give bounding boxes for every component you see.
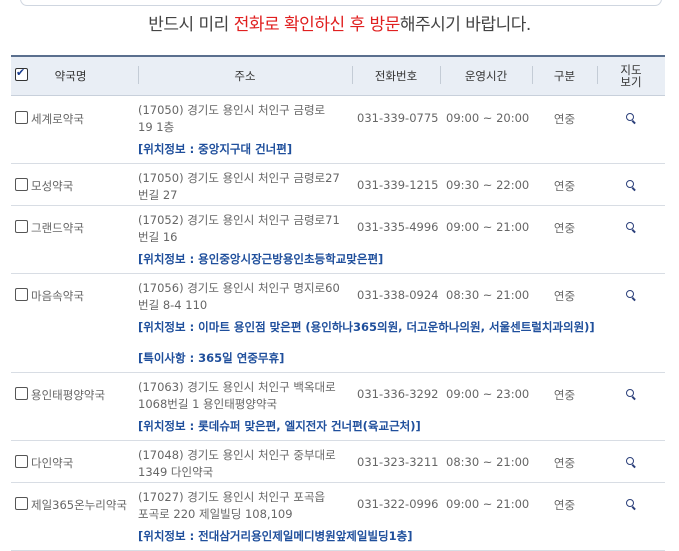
table-header: 약국명 주소 전화번호 운영시간 구분 지도보기 [11,56,665,96]
hours: 09:00 ~ 21:00 [446,497,530,511]
phone-number: 031-322-0996 [357,497,439,511]
notice-banner: 반드시 미리 전화로 확인하신 후 방문해주시기 바랍니다. [0,10,679,35]
address-line-1: (17056) 경기도 용인시 처인구 명지로60 [138,281,340,295]
phone-number: 031-336-3292 [357,387,439,401]
hours: 08:30 ~ 21:00 [440,440,532,483]
type-label: 연중 [553,112,576,126]
address-line-1: (17050) 경기도 용인시 처인구 금령로 [138,103,326,117]
header-type-label: 구분 [553,69,576,83]
address-line-1: (17050) 경기도 용인시 처인구 금령로27 [138,171,340,185]
table-row: 용인태평양약국 (17063) 경기도 용인시 처인구 백옥대로 1068번길 1… [11,373,665,414]
type-label: 연중 [553,388,576,402]
location-info: [위치정보 : 전대삼거리용인제일메디병원앞제일빌딩1층] [138,523,665,551]
table-row: 그랜드약국 (17052) 경기도 용인시 처인구 금령로71 번길 16 031… [11,206,665,247]
header-address-label: 주소 [234,69,256,83]
header-hours-label: 운영시간 [464,69,508,83]
phone-number: 031-335-4996 [357,220,439,234]
notice-text-highlight: 전화로 확인하신 후 방문 [233,15,401,35]
header-name: 약국명 [11,56,138,96]
address-line-1: (17027) 경기도 용인시 처인구 포곡읍 [138,490,326,504]
pharmacy-name: 용인태평양약국 [31,388,106,402]
header-map-label-2: 보기 [620,75,642,89]
location-info: [위치정보 : 용인중앙시장근방용인초등학교맞은편] [138,246,665,274]
row-checkbox[interactable] [15,111,28,124]
row-checkbox[interactable] [15,178,28,191]
hours: 09:00 ~ 20:00 [446,111,530,125]
table-row-note: [특이사항 : 365일 연중무휴] [11,345,665,373]
row-checkbox[interactable] [15,455,28,468]
magnifier-icon[interactable] [626,222,636,232]
header-type: 구분 [532,56,597,96]
type-label: 연중 [553,498,576,512]
row-checkbox[interactable] [15,220,28,233]
hours: 08:30 ~ 21:00 [446,288,530,302]
phone-number: 031-339-1215 [352,163,440,206]
magnifier-icon[interactable] [626,290,636,300]
magnifier-icon[interactable] [626,499,636,509]
phone-number: 031-323-3211 [352,440,440,483]
magnifier-icon[interactable] [626,389,636,399]
header-address: 주소 [138,56,352,96]
table-row-info: [위치정보 : 용인중앙시장근방용인초등학교맞은편] [11,246,665,274]
select-all-checkbox[interactable] [15,66,28,81]
pharmacy-table: 약국명 주소 전화번호 운영시간 구분 지도보기 세계로약국 (17050) 경… [11,55,665,551]
location-info: [위치정보 : 이마트 용인점 맞은편 (용인하나365의원, 더고운하나의원,… [138,320,595,334]
magnifier-icon[interactable] [626,113,636,123]
table-row-info: [위치정보 : 중앙지구대 건너편] [11,136,665,164]
type-label: 연중 [553,289,576,303]
address-line-1: (17063) 경기도 용인시 처인구 백옥대로 [138,380,336,394]
phone-number: 031-338-0924 [357,288,439,302]
phone-number: 031-339-0775 [357,111,439,125]
address-line-2: 19 1층 [138,120,175,134]
location-info: [위치정보 : 롯데슈퍼 맞은편, 엘지전자 건너편(육교근처)] [138,413,665,441]
hours: 09:30 ~ 22:00 [440,163,532,206]
special-note: [특이사항 : 365일 연중무휴] [138,345,665,373]
top-frame [20,0,662,6]
row-checkbox[interactable] [15,497,28,510]
pharmacy-name: 마음속약국 [31,289,84,303]
address-line-2: 1068번길 1 용인태평양약국 [138,397,278,411]
pharmacy-name: 제일365온누리약국 [31,498,128,512]
table-row-info: [위치정보 : 전대삼거리용인제일메디병원앞제일빌딩1층] [11,523,665,551]
header-tel-label: 전화번호 [374,69,418,83]
hours: 09:00 ~ 21:00 [446,220,530,234]
notice-text-2: 해주시기 바랍니다. [399,15,531,35]
address-line-2: 포곡로 220 제일빌딩 108,109 [138,507,293,521]
type-label: 연중 [532,440,597,483]
pharmacy-name: 세계로약국 [31,112,84,126]
header-map: 지도 보기 [597,56,665,96]
address-line-2: 번길 8-4 110 [138,298,208,312]
header-name-label: 약국명 [54,69,87,83]
type-label: 연중 [553,221,576,235]
address-line-2: 1349 다인약국 [138,465,214,479]
notice-text-1: 반드시 미리 [148,15,234,35]
table-row: 마음속약국 (17056) 경기도 용인시 처인구 명지로60 번길 8-4 11… [11,274,665,315]
pharmacy-name: 다인약국 [31,456,74,470]
type-label: 연중 [532,163,597,206]
hours: 09:00 ~ 23:00 [446,387,530,401]
table-row-info: [위치정보 : 이마트 용인점 맞은편 (용인하나365의원, 더고운하나의원,… [11,314,665,345]
row-checkbox[interactable] [15,288,28,301]
address-line-1: (17048) 경기도 용인시 처인구 중부대로 [138,448,336,462]
table-row: 다인약국 (17048) 경기도 용인시 처인구 중부대로 1349 다인약국 0… [11,440,665,483]
table-row: 제일365온누리약국 (17027) 경기도 용인시 처인구 포곡읍포곡로 22… [11,483,665,524]
table-row: 세계로약국 (17050) 경기도 용인시 처인구 금령로 19 1층 031-3… [11,96,665,137]
address-line-2: 번길 16 [138,230,178,244]
header-hours: 운영시간 [440,56,532,96]
location-info: [위치정보 : 중앙지구대 건너편] [138,136,665,164]
table-row: 모성약국 (17050) 경기도 용인시 처인구 금령로27 번길 27 031-… [11,163,665,206]
magnifier-icon[interactable] [626,457,636,467]
header-tel: 전화번호 [352,56,440,96]
address-line-2: 번길 27 [138,188,178,202]
row-checkbox[interactable] [15,387,28,400]
magnifier-icon[interactable] [626,180,636,190]
table-row-info: [위치정보 : 롯데슈퍼 맞은편, 엘지전자 건너편(육교근처)] [11,413,665,441]
pharmacy-name: 그랜드약국 [31,221,84,235]
address-line-1: (17052) 경기도 용인시 처인구 금령로71 [138,213,340,227]
pharmacy-name: 모성약국 [31,179,74,193]
